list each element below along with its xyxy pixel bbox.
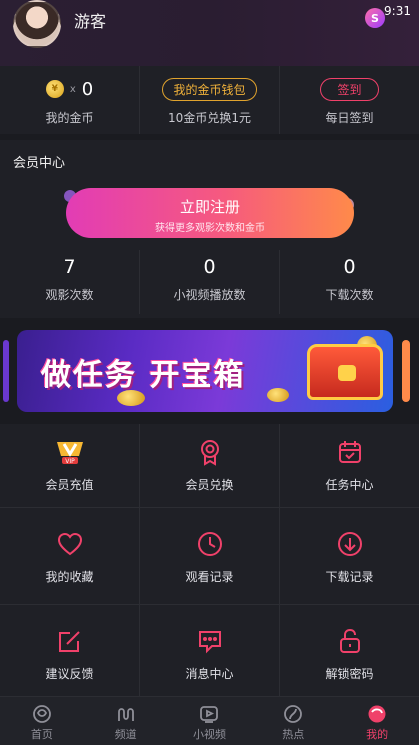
register-button-label: 立即注册 (179, 198, 240, 216)
task-banner[interactable]: 做任务 开宝箱 (17, 330, 393, 412)
tab-home[interactable]: 首页 (0, 697, 84, 745)
menu-label: 观看记录 (185, 570, 234, 584)
app-badge-icon: S (365, 8, 385, 28)
tab-label: 首页 (30, 728, 53, 741)
tab-label: 小视频 (192, 728, 226, 741)
signin-button[interactable]: 签到 (320, 77, 379, 101)
member-center-title: 会员中心 (13, 156, 66, 171)
lock-icon (338, 365, 356, 381)
profile-icon (368, 705, 386, 723)
menu-feedback[interactable]: 建议反馈 (0, 605, 139, 696)
menu-label: 会员充值 (45, 478, 94, 492)
next-banner-peek (402, 340, 410, 402)
wallet-cell: 我的金币钱包 10金币兑换1元 (139, 66, 279, 134)
hot-icon (284, 705, 303, 723)
tab-short-video[interactable]: 小视频 (168, 697, 252, 745)
stat-watch-count: 7 观影次数 (0, 250, 139, 314)
menu-vip-recharge[interactable]: VIP 会员充值 (0, 424, 139, 507)
menu-label: 下载记录 (325, 570, 374, 584)
grid-row: 建议反馈 消息中心 解锁密码 (0, 605, 419, 696)
menu-message-center[interactable]: 消息中心 (139, 605, 279, 696)
feature-grid: VIP 会员充值 会员兑换 任务中心 我的收藏 观看记录 下载记录 建议反馈 消… (0, 424, 419, 696)
status-time: 9:31 (384, 4, 411, 18)
menu-favorites[interactable]: 我的收藏 (0, 508, 139, 604)
my-coins[interactable]: ¥ x 0 我的金币 (0, 66, 139, 134)
menu-unlock-password[interactable]: 解锁密码 (279, 605, 419, 696)
clock-icon (197, 532, 222, 556)
stat-label: 小视频播放数 (173, 288, 246, 302)
menu-label: 解锁密码 (325, 667, 374, 681)
stat-short-video-count: 0 小视频播放数 (139, 250, 279, 314)
coin-decoration (267, 388, 289, 402)
stat-value: 0 (343, 256, 356, 278)
edit-icon (58, 631, 80, 652)
register-button[interactable]: 立即注册 获得更多观影次数和金币 (66, 188, 354, 238)
badge-icon (200, 440, 219, 466)
grid-row: 我的收藏 观看记录 下载记录 (0, 508, 419, 605)
menu-label: 任务中心 (325, 478, 374, 492)
stat-label: 下载次数 (325, 288, 374, 302)
stat-label: 观影次数 (45, 288, 94, 302)
menu-vip-exchange[interactable]: 会员兑换 (139, 424, 279, 507)
menu-watch-history[interactable]: 观看记录 (139, 508, 279, 604)
channel-icon (117, 708, 134, 721)
profile-header: 游客 S 9:31 (0, 0, 419, 66)
home-icon (32, 705, 51, 723)
menu-download-history[interactable]: 下载记录 (279, 508, 419, 604)
tab-hot[interactable]: 热点 (251, 697, 335, 745)
menu-label: 我的收藏 (45, 570, 94, 584)
member-stats: 7 观影次数 0 小视频播放数 0 下载次数 (0, 250, 419, 314)
menu-label: 会员兑换 (185, 478, 234, 492)
menu-label: 消息中心 (185, 667, 234, 681)
svg-text:VIP: VIP (65, 458, 75, 465)
download-icon (337, 532, 362, 556)
tab-mine[interactable]: 我的 (335, 697, 419, 745)
coin-icon: ¥ (45, 80, 64, 98)
stat-value: 7 (63, 256, 76, 278)
calendar-check-icon (338, 441, 361, 463)
bottom-tab-bar: 首页 频道 小视频 热点 我的 (0, 696, 419, 745)
tab-label: 热点 (282, 728, 305, 741)
coin-count: 0 (81, 78, 94, 100)
member-center: 会员中心 立即注册 获得更多观影次数和金币 7 观影次数 0 小视频播放数 0 … (0, 140, 419, 318)
video-icon (200, 706, 219, 723)
unlock-icon (339, 628, 360, 653)
stat-value: 0 (203, 256, 216, 278)
username[interactable]: 游客 (74, 8, 106, 32)
daily-signin-label: 每日签到 (325, 111, 374, 125)
avatar[interactable] (13, 0, 61, 48)
prev-banner-peek (3, 340, 9, 402)
banner-carousel[interactable]: 做任务 开宝箱 (0, 318, 419, 422)
vip-icon: VIP (56, 442, 83, 465)
exchange-text: 10金币兑换1元 (168, 111, 251, 125)
coin-row: ¥ x 0 我的金币 我的金币钱包 10金币兑换1元 签到 每日签到 (0, 66, 419, 134)
coin-multiplier: x (69, 83, 76, 95)
stat-download-count: 0 下载次数 (279, 250, 419, 314)
my-coins-label: 我的金币 (45, 111, 94, 125)
banner-title: 做任务 开宝箱 (41, 358, 246, 393)
wallet-button[interactable]: 我的金币钱包 (162, 77, 257, 101)
menu-label: 建议反馈 (45, 667, 94, 681)
heart-icon (57, 532, 82, 556)
treasure-chest-icon (307, 344, 383, 400)
register-subtitle: 获得更多观影次数和金币 (155, 223, 265, 234)
grid-row: VIP 会员充值 会员兑换 任务中心 (0, 424, 419, 508)
tab-channel[interactable]: 频道 (84, 697, 168, 745)
menu-task-center[interactable]: 任务中心 (279, 424, 419, 507)
tab-label: 我的 (366, 728, 389, 741)
signin-cell: 签到 每日签到 (279, 66, 419, 134)
message-icon (198, 631, 221, 654)
tab-label: 频道 (114, 728, 137, 741)
